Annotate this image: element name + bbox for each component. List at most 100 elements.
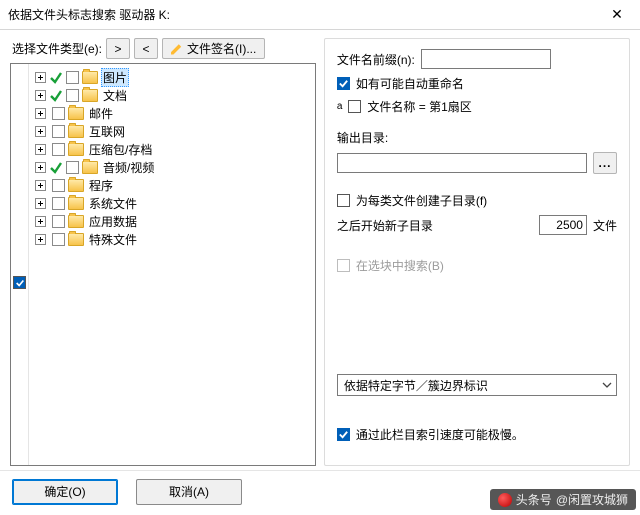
tree-row[interactable]: 邮件 bbox=[31, 104, 313, 122]
slow-warning-row[interactable]: 通过此栏目索引速度可能极慢。 bbox=[337, 426, 617, 443]
browse-button[interactable]: ... bbox=[593, 152, 617, 174]
folder-icon bbox=[68, 215, 84, 228]
name-sector-label: 文件名称 = 第1扇区 bbox=[367, 98, 471, 115]
mkdir-label: 为每类文件创建子目录(f) bbox=[356, 192, 487, 209]
window-title: 依据文件头标志搜索 驱动器 K: bbox=[8, 6, 170, 23]
type-checkbox[interactable] bbox=[66, 161, 79, 174]
type-checkbox[interactable] bbox=[52, 233, 65, 246]
title-bar: 依据文件头标志搜索 驱动器 K: ✕ bbox=[0, 0, 640, 30]
tree-row-label: 图片 bbox=[101, 68, 129, 87]
slow-warning-checkbox[interactable] bbox=[337, 428, 350, 441]
ok-button[interactable]: 确定(O) bbox=[12, 479, 118, 505]
check-icon bbox=[49, 88, 63, 102]
close-icon: ✕ bbox=[611, 6, 623, 23]
search-in-sel-row: 在选块中搜索(B) bbox=[337, 257, 617, 274]
auto-rename-row[interactable]: 如有可能自动重命名 bbox=[337, 75, 617, 92]
type-tree[interactable]: 图片文档邮件互联网压缩包/存档音频/视频程序系统文件应用数据特殊文件 bbox=[29, 64, 315, 465]
outdir-label-row: 输出目录: bbox=[337, 129, 617, 146]
file-signature-button[interactable]: 文件签名(I)... bbox=[162, 38, 265, 59]
type-label: 选择文件类型(e): bbox=[12, 40, 102, 57]
folder-icon bbox=[68, 143, 84, 156]
tree-row[interactable]: 程序 bbox=[31, 176, 313, 194]
left-toolbar: 选择文件类型(e): > < 文件签名(I)... bbox=[10, 38, 316, 59]
newdir-unit: 文件 bbox=[593, 217, 617, 234]
folder-icon bbox=[68, 125, 84, 138]
prefix-input[interactable] bbox=[421, 49, 551, 69]
chevron-down-icon bbox=[602, 380, 612, 390]
outdir-row: ... bbox=[337, 152, 617, 174]
watermark: 头条号 @闲置攻城狮 bbox=[490, 489, 636, 510]
folder-icon bbox=[68, 197, 84, 210]
auto-rename-label: 如有可能自动重命名 bbox=[356, 75, 464, 92]
tree-gutter bbox=[11, 64, 29, 465]
tree-row[interactable]: 音频/视频 bbox=[31, 158, 313, 176]
tree-row[interactable]: 压缩包/存档 bbox=[31, 140, 313, 158]
tree-row-label: 邮件 bbox=[87, 105, 115, 122]
tree-row[interactable]: 文档 bbox=[31, 86, 313, 104]
folder-icon bbox=[82, 89, 98, 102]
mkdir-row[interactable]: 为每类文件创建子目录(f) bbox=[337, 192, 617, 209]
expand-icon[interactable] bbox=[35, 144, 46, 155]
boundary-select[interactable]: 依据特定字节／簇边界标识 bbox=[337, 374, 617, 396]
boundary-select-value: 依据特定字节／簇边界标识 bbox=[344, 377, 488, 394]
type-checkbox[interactable] bbox=[52, 215, 65, 228]
expand-icon[interactable] bbox=[35, 234, 46, 245]
type-checkbox[interactable] bbox=[52, 179, 65, 192]
folder-icon bbox=[68, 107, 84, 120]
type-tree-container: 图片文档邮件互联网压缩包/存档音频/视频程序系统文件应用数据特殊文件 bbox=[10, 63, 316, 466]
name-sector-row[interactable]: a 文件名称 = 第1扇区 bbox=[337, 98, 617, 115]
outdir-input[interactable] bbox=[337, 153, 587, 173]
master-checkbox[interactable] bbox=[13, 276, 26, 289]
expand-icon[interactable] bbox=[35, 198, 46, 209]
type-checkbox[interactable] bbox=[66, 89, 79, 102]
tree-row[interactable]: 应用数据 bbox=[31, 212, 313, 230]
auto-rename-checkbox[interactable] bbox=[337, 77, 350, 90]
name-sector-checkbox[interactable] bbox=[348, 100, 361, 113]
expand-icon[interactable] bbox=[35, 72, 46, 83]
outdir-label: 输出目录: bbox=[337, 129, 388, 146]
watermark-author: @闲置攻城狮 bbox=[556, 491, 628, 508]
options-panel: 文件名前缀(n): 如有可能自动重命名 a 文件名称 = 第1扇区 输出目录: … bbox=[324, 38, 630, 466]
tree-row[interactable]: 系统文件 bbox=[31, 194, 313, 212]
dialog-footer: 确定(O) 取消(A) 头条号 @闲置攻城狮 bbox=[0, 470, 640, 512]
prev-type-button[interactable]: < bbox=[134, 38, 158, 59]
cancel-button[interactable]: 取消(A) bbox=[136, 479, 242, 505]
expand-icon[interactable] bbox=[35, 126, 46, 137]
file-signature-label: 文件签名(I)... bbox=[187, 43, 256, 55]
type-checkbox[interactable] bbox=[52, 107, 65, 120]
tree-row-label: 文档 bbox=[101, 87, 129, 104]
type-checkbox[interactable] bbox=[52, 197, 65, 210]
check-icon bbox=[49, 70, 63, 84]
tree-row-label: 音频/视频 bbox=[101, 159, 156, 176]
type-checkbox[interactable] bbox=[52, 143, 65, 156]
dialog-body: 选择文件类型(e): > < 文件签名(I)... 图片文档邮件互联网压缩包/存… bbox=[0, 30, 640, 470]
folder-icon bbox=[82, 71, 98, 84]
close-button[interactable]: ✕ bbox=[594, 0, 640, 30]
folder-icon bbox=[68, 179, 84, 192]
tree-row[interactable]: 特殊文件 bbox=[31, 230, 313, 248]
slow-warning-label: 通过此栏目索引速度可能极慢。 bbox=[356, 426, 524, 443]
newdir-row: 之后开始新子目录 文件 bbox=[337, 215, 617, 235]
tree-row-label: 压缩包/存档 bbox=[87, 141, 154, 158]
type-checkbox[interactable] bbox=[52, 125, 65, 138]
tree-row[interactable]: 互联网 bbox=[31, 122, 313, 140]
folder-icon bbox=[68, 233, 84, 246]
tree-row-label: 程序 bbox=[87, 177, 115, 194]
tree-row[interactable]: 图片 bbox=[31, 68, 313, 86]
tree-row-label: 系统文件 bbox=[87, 195, 139, 212]
expand-icon[interactable] bbox=[35, 108, 46, 119]
search-in-sel-label: 在选块中搜索(B) bbox=[356, 257, 444, 274]
search-in-sel-checkbox bbox=[337, 259, 350, 272]
prefix-row: 文件名前缀(n): bbox=[337, 49, 617, 69]
type-checkbox[interactable] bbox=[66, 71, 79, 84]
expand-icon[interactable] bbox=[35, 216, 46, 227]
expand-icon[interactable] bbox=[35, 90, 46, 101]
expand-icon[interactable] bbox=[35, 180, 46, 191]
watermark-source: 头条号 bbox=[516, 491, 552, 508]
mkdir-checkbox[interactable] bbox=[337, 194, 350, 207]
left-panel: 选择文件类型(e): > < 文件签名(I)... 图片文档邮件互联网压缩包/存… bbox=[10, 38, 316, 466]
name-sector-hotkey: a bbox=[337, 101, 343, 112]
expand-icon[interactable] bbox=[35, 162, 46, 173]
next-type-button[interactable]: > bbox=[106, 38, 130, 59]
newdir-count-input[interactable] bbox=[539, 215, 587, 235]
